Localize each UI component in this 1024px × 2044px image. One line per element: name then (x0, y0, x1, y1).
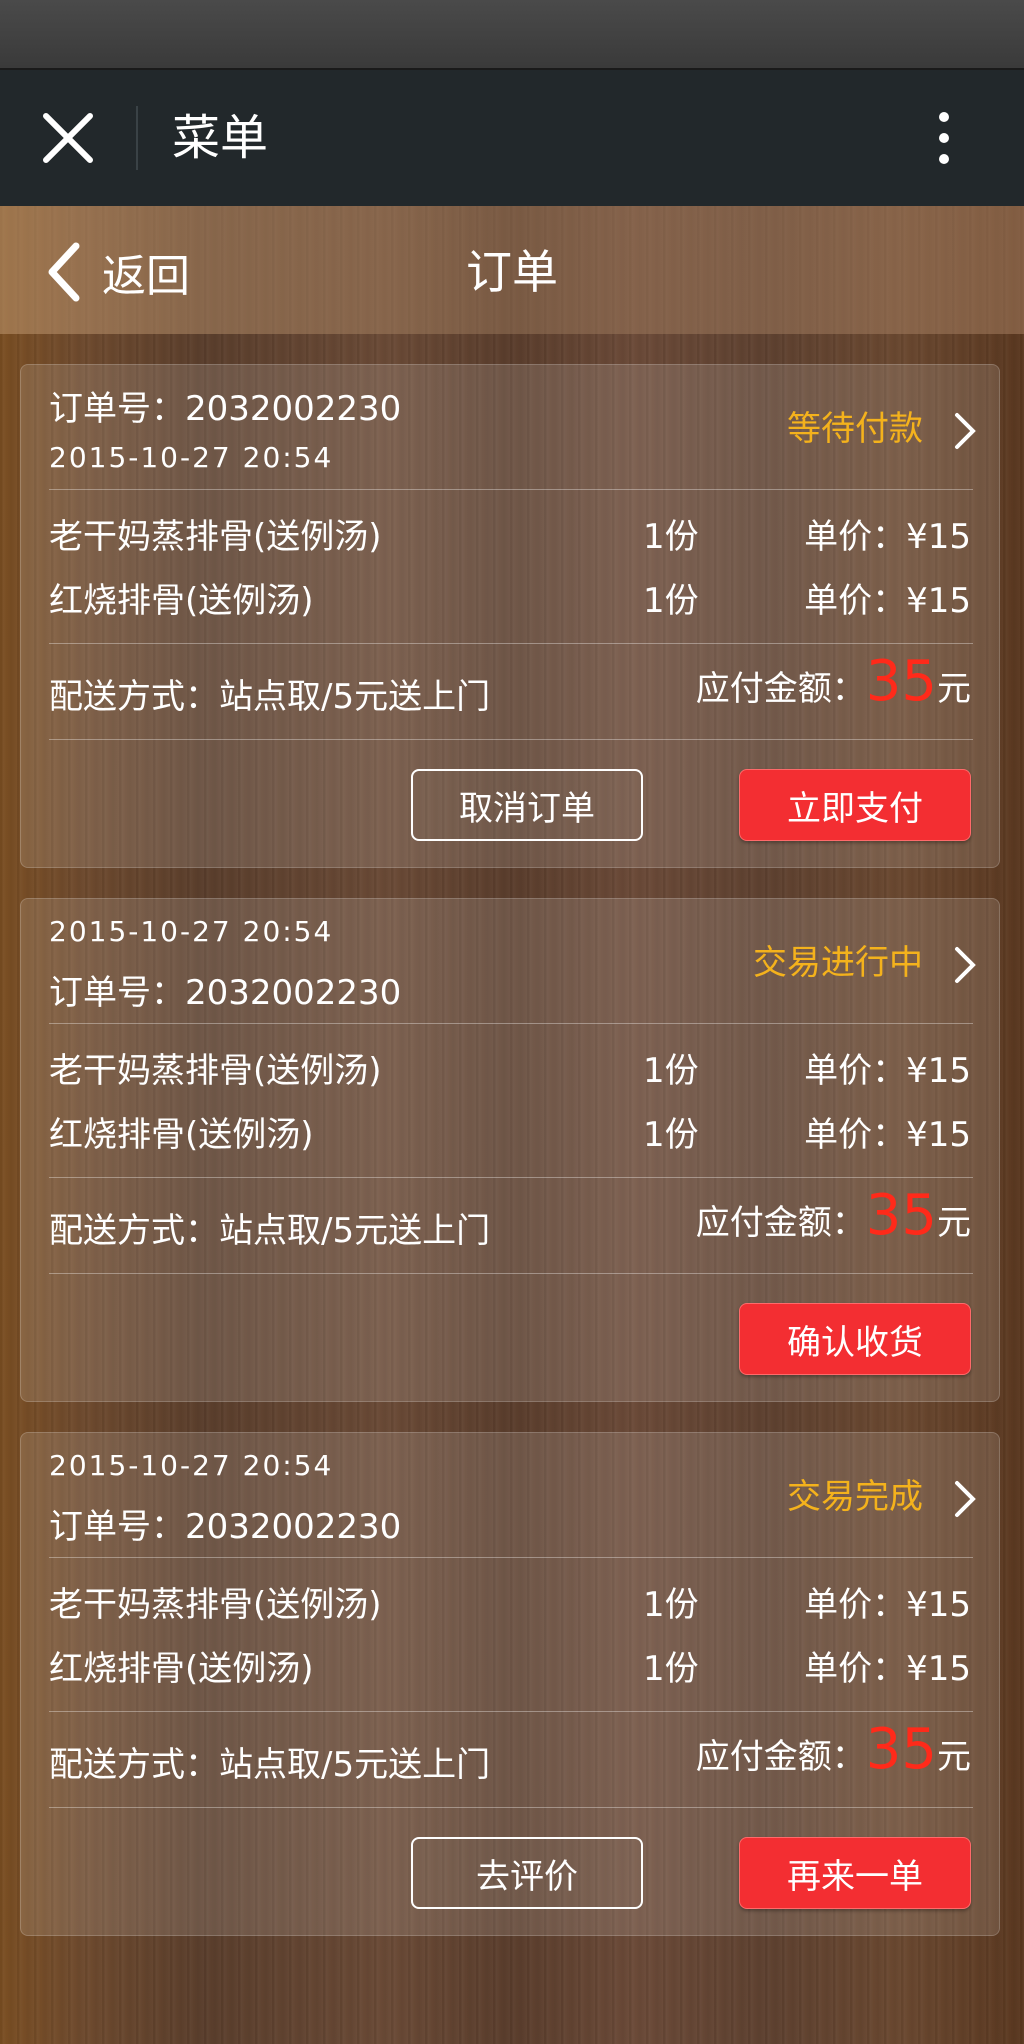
item-price: 单价：¥15 (804, 1115, 971, 1155)
nav-bar: 返回 订单 (0, 206, 1024, 334)
item-price: 单价：¥15 (804, 1585, 971, 1625)
order-status[interactable]: 交易进行中 (753, 935, 923, 984)
delivery-method: 配送方式：站点取/5元送上门 (49, 677, 491, 717)
review-button[interactable]: 去评价 (411, 1837, 643, 1909)
item-name: 红烧排骨(送例汤) (49, 1115, 314, 1155)
chevron-right-icon[interactable] (953, 1479, 977, 1519)
amount-due: 应付金额： 35 元 (696, 649, 971, 714)
amount-unit: 元 (937, 1737, 971, 1777)
pay-now-button[interactable]: 立即支付 (739, 769, 971, 841)
item-name: 红烧排骨(送例汤) (49, 1649, 314, 1689)
item-name: 红烧排骨(送例汤) (49, 581, 314, 621)
delivery-method: 配送方式：站点取/5元送上门 (49, 1745, 491, 1785)
item-price: 单价：¥15 (804, 1051, 971, 1091)
cancel-order-button[interactable]: 取消订单 (411, 769, 643, 841)
order-number: 订单号：2032002230 (49, 1507, 402, 1547)
delivery-method: 配送方式：站点取/5元送上门 (49, 1211, 491, 1251)
item-qty: 1份 (643, 1585, 699, 1625)
item-qty: 1份 (643, 1051, 699, 1091)
amount-value: 35 (865, 649, 937, 714)
item-name: 老干妈蒸排骨(送例汤) (49, 1585, 382, 1625)
amount-label: 应付金额： (695, 1203, 866, 1243)
amount-unit: 元 (937, 669, 971, 709)
title-bar: 菜单 (0, 70, 1024, 206)
title-divider (136, 106, 138, 170)
reorder-button[interactable]: 再来一单 (739, 1837, 971, 1909)
item-name: 老干妈蒸排骨(送例汤) (49, 517, 382, 557)
confirm-receipt-button[interactable]: 确认收货 (739, 1303, 971, 1375)
order-card: 2015-10-27 20:54 订单号：2032002230 交易完成 老干妈… (20, 1432, 1000, 1936)
order-datetime: 2015-10-27 20:54 (49, 441, 334, 474)
chevron-right-icon[interactable] (953, 411, 977, 451)
amount-due: 应付金额： 35 元 (696, 1183, 971, 1248)
page-title: 订单 (466, 245, 558, 299)
item-qty: 1份 (643, 517, 699, 557)
amount-label: 应付金额： (695, 1737, 866, 1777)
item-price: 单价：¥15 (804, 1649, 971, 1689)
item-price: 单价：¥15 (804, 581, 971, 621)
close-icon[interactable] (40, 110, 96, 166)
order-datetime: 2015-10-27 20:54 (49, 1449, 334, 1482)
order-number: 订单号：2032002230 (49, 973, 402, 1013)
amount-label: 应付金额： (695, 669, 866, 709)
amount-due: 应付金额： 35 元 (696, 1717, 971, 1782)
chevron-right-icon[interactable] (953, 945, 977, 985)
more-icon[interactable] (932, 112, 956, 168)
item-name: 老干妈蒸排骨(送例汤) (49, 1051, 382, 1091)
item-qty: 1份 (643, 1115, 699, 1155)
item-qty: 1份 (643, 1649, 699, 1689)
amount-unit: 元 (937, 1203, 971, 1243)
amount-value: 35 (865, 1717, 937, 1782)
order-card: 订单号：2032002230 2015-10-27 20:54 等待付款 老干妈… (20, 364, 1000, 868)
order-status[interactable]: 等待付款 (787, 401, 923, 450)
item-price: 单价：¥15 (804, 517, 971, 557)
item-qty: 1份 (643, 581, 699, 621)
order-status[interactable]: 交易完成 (787, 1469, 923, 1518)
amount-value: 35 (865, 1183, 937, 1248)
order-datetime: 2015-10-27 20:54 (49, 915, 334, 948)
window-title: 菜单 (172, 110, 269, 166)
order-number: 订单号：2032002230 (49, 389, 402, 429)
status-bar (0, 0, 1024, 70)
order-card: 2015-10-27 20:54 订单号：2032002230 交易进行中 老干… (20, 898, 1000, 1402)
